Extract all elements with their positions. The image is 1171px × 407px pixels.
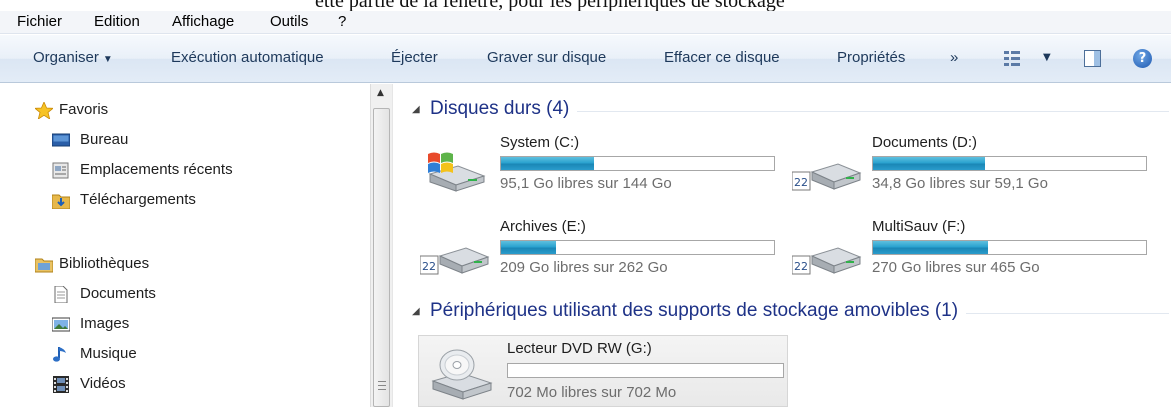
drive-free-space: 95,1 Go libres sur 144 Go bbox=[500, 175, 672, 192]
navigation-pane: Favoris Bureau Emplacements récents Télé… bbox=[0, 84, 370, 407]
usage-bar-fill bbox=[501, 157, 594, 170]
nav-item-label: Téléchargements bbox=[80, 191, 196, 208]
pictures-icon bbox=[52, 317, 70, 332]
menu-affichage[interactable]: Affichage bbox=[172, 13, 234, 30]
autoplay-button[interactable]: Exécution automatique bbox=[171, 49, 324, 66]
drive-archives-e[interactable]: 22 Archives (E:) 209 Go libres sur 262 G… bbox=[412, 216, 782, 284]
group-title: Périphériques utilisant des supports de … bbox=[430, 300, 967, 322]
usage-bar bbox=[507, 363, 784, 378]
menu-fichier[interactable]: Fichier bbox=[17, 13, 62, 30]
drive-name: MultiSauv (F:) bbox=[872, 218, 966, 235]
grip-icon bbox=[378, 381, 386, 390]
usage-bar-fill bbox=[873, 157, 985, 170]
chevron-down-icon: ▼ bbox=[102, 54, 113, 65]
usage-bar bbox=[872, 156, 1147, 171]
dvd-drive-icon bbox=[431, 349, 493, 400]
music-icon bbox=[53, 347, 66, 362]
nav-favorites-label: Favoris bbox=[59, 101, 109, 118]
group-hard-disks[interactable]: ◢ Disques durs (4) bbox=[412, 98, 1169, 124]
documents-icon bbox=[54, 286, 68, 303]
menu-bar: Fichier Edition Affichage Outils ? bbox=[0, 11, 1171, 34]
more-button[interactable]: » bbox=[950, 49, 958, 66]
scroll-up-icon[interactable]: ▲ bbox=[377, 88, 384, 98]
windows-drive-icon bbox=[428, 152, 486, 192]
drive-free-space: 702 Mo libres sur 702 Mo bbox=[507, 384, 677, 401]
view-chevron-down-icon[interactable]: ▼ bbox=[1043, 52, 1051, 63]
usage-bar bbox=[500, 156, 775, 171]
drive-name: Lecteur DVD RW (G:) bbox=[507, 340, 652, 357]
nav-item-label: Vidéos bbox=[80, 375, 126, 392]
drive-name: Documents (D:) bbox=[872, 134, 978, 151]
hard-drive-icon: 22 bbox=[420, 247, 490, 275]
nav-item-recent[interactable]: Emplacements récents bbox=[0, 159, 360, 183]
properties-button[interactable]: Propriétés bbox=[837, 49, 905, 66]
nav-item-label: Musique bbox=[80, 345, 137, 362]
group-removable[interactable]: ◢ Périphériques utilisant des supports d… bbox=[412, 300, 1169, 326]
usage-bar bbox=[872, 240, 1147, 255]
organise-label: Organiser bbox=[33, 49, 99, 66]
videos-icon bbox=[53, 376, 69, 393]
nav-item-music[interactable]: Musique bbox=[0, 343, 360, 367]
usage-bar-fill bbox=[501, 241, 556, 254]
nav-item-documents[interactable]: Documents bbox=[0, 283, 360, 307]
preview-pane-icon[interactable] bbox=[1084, 50, 1101, 67]
drive-documents-d[interactable]: 22 Documents (D:) 34,8 Go libres sur 59,… bbox=[784, 132, 1154, 200]
drive-free-space: 34,8 Go libres sur 59,1 Go bbox=[872, 175, 1048, 192]
recent-places-icon bbox=[52, 162, 69, 179]
drive-name: System (C:) bbox=[500, 134, 580, 151]
group-title: Disques durs (4) bbox=[430, 98, 578, 120]
nav-item-label: Documents bbox=[80, 285, 156, 302]
downloads-icon bbox=[52, 194, 70, 209]
svg-text:22: 22 bbox=[422, 260, 436, 273]
nav-libraries[interactable]: Bibliothèques bbox=[0, 253, 360, 277]
menu-help[interactable]: ? bbox=[338, 13, 346, 30]
nav-item-bureau[interactable]: Bureau bbox=[0, 129, 360, 153]
collapse-triangle-icon[interactable]: ◢ bbox=[412, 104, 420, 115]
erase-button[interactable]: Effacer ce disque bbox=[664, 49, 780, 66]
content-pane: ◢ Disques durs (4) System (C:) 95,1 Go l… bbox=[398, 84, 1171, 407]
toolbar: Organiser ▼ Exécution automatique Éjecter… bbox=[0, 35, 1171, 83]
help-icon[interactable]: ? bbox=[1133, 49, 1152, 68]
eject-button[interactable]: Éjecter bbox=[391, 49, 438, 66]
hard-drive-icon: 22 bbox=[792, 247, 862, 275]
svg-text:22: 22 bbox=[794, 260, 808, 273]
drive-free-space: 270 Go libres sur 465 Go bbox=[872, 259, 1040, 276]
menu-outils[interactable]: Outils bbox=[270, 13, 308, 30]
nav-item-label: Emplacements récents bbox=[80, 161, 233, 178]
usage-bar-fill bbox=[873, 241, 988, 254]
drive-name: Archives (E:) bbox=[500, 218, 586, 235]
nav-scrollbar[interactable]: ▲ bbox=[370, 84, 392, 407]
scroll-thumb[interactable] bbox=[373, 108, 390, 407]
nav-item-label: Bureau bbox=[80, 131, 129, 148]
organise-button[interactable]: Organiser ▼ bbox=[33, 49, 113, 66]
libraries-icon bbox=[35, 258, 53, 273]
drive-dvd-g[interactable]: Lecteur DVD RW (G:) 702 Mo libres sur 70… bbox=[418, 335, 788, 407]
usage-bar bbox=[500, 240, 775, 255]
star-icon bbox=[35, 102, 53, 119]
burn-button[interactable]: Graver sur disque bbox=[487, 49, 606, 66]
view-options-icon[interactable] bbox=[1004, 51, 1020, 67]
desktop-icon bbox=[52, 133, 70, 147]
nav-item-images[interactable]: Images bbox=[0, 313, 360, 337]
hard-drive-icon: 22 bbox=[792, 163, 862, 191]
menu-edition[interactable]: Edition bbox=[94, 13, 140, 30]
drive-system-c[interactable]: System (C:) 95,1 Go libres sur 144 Go bbox=[412, 132, 782, 200]
drive-free-space: 209 Go libres sur 262 Go bbox=[500, 259, 668, 276]
drive-multisauv-f[interactable]: 22 MultiSauv (F:) 270 Go libres sur 465 … bbox=[784, 216, 1154, 284]
nav-item-label: Images bbox=[80, 315, 130, 332]
nav-libraries-label: Bibliothèques bbox=[59, 255, 150, 272]
nav-item-videos[interactable]: Vidéos bbox=[0, 373, 360, 397]
nav-item-downloads[interactable]: Téléchargements bbox=[0, 189, 360, 213]
svg-text:22: 22 bbox=[794, 176, 808, 189]
nav-favorites[interactable]: Favoris bbox=[0, 99, 360, 123]
collapse-triangle-icon[interactable]: ◢ bbox=[412, 306, 420, 317]
